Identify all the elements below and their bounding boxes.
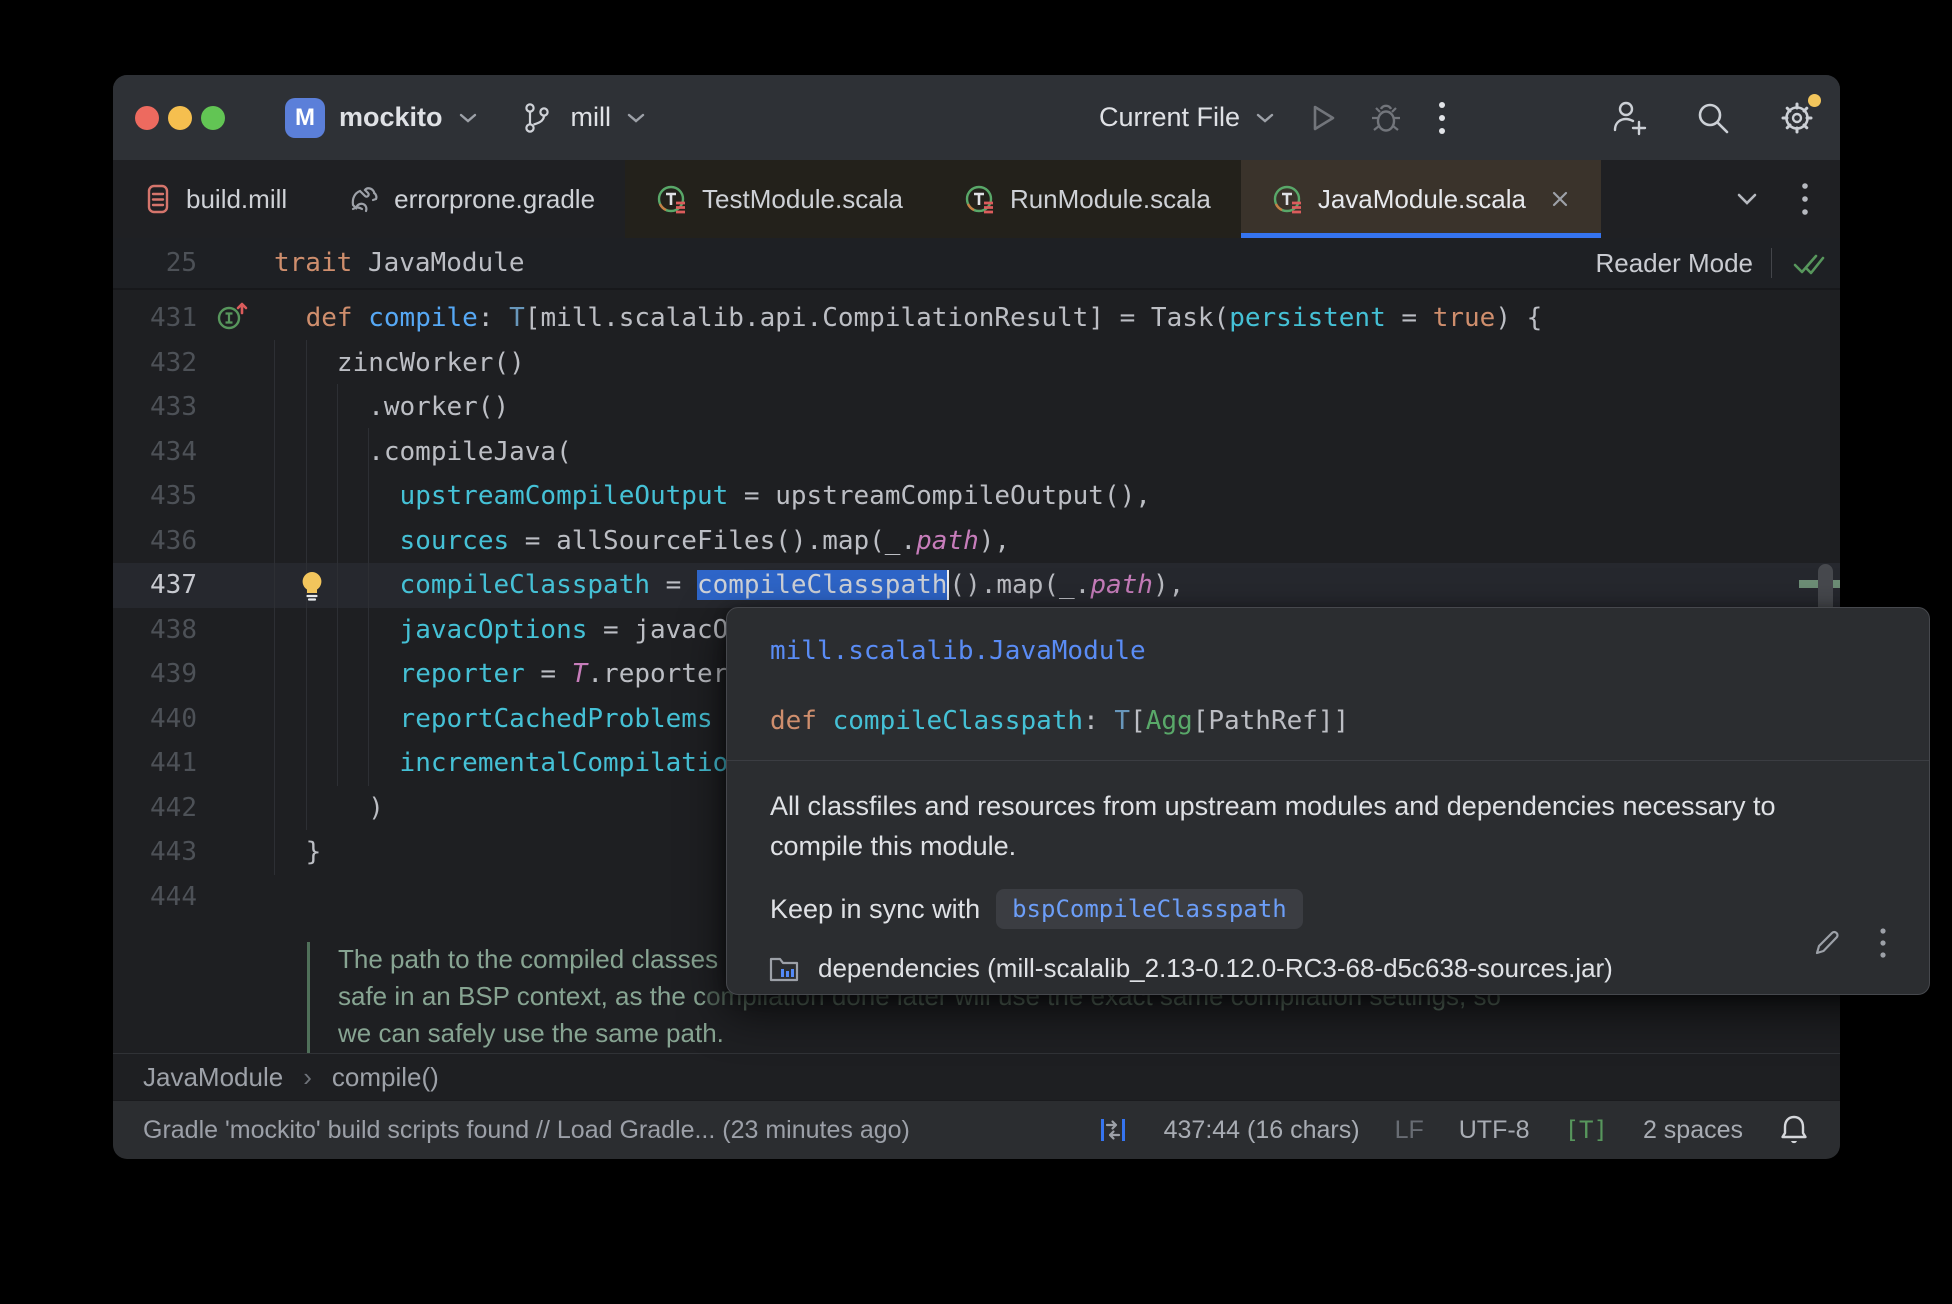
breadcrumb-item-member[interactable]: compile() — [332, 1062, 439, 1093]
tab-label: errorprone.gradle — [394, 183, 596, 214]
line-number: 434 — [150, 436, 197, 467]
tab-build-mill[interactable]: build.mill — [113, 160, 317, 238]
zoom-window-button[interactable] — [201, 105, 225, 130]
code-line[interactable]: compileClasspath = compileClasspath().ma… — [243, 563, 1840, 608]
line-number: 436 — [150, 525, 197, 556]
scala-trait-icon — [965, 185, 993, 214]
scala-trait-icon — [657, 185, 686, 214]
project-selector[interactable]: mockito — [339, 102, 443, 133]
code-line[interactable]: .compileJava( — [243, 430, 1840, 475]
doc-comment-line: we can safely use the same path. — [338, 1018, 724, 1048]
sticky-line-code: trait JavaModule — [274, 248, 525, 278]
status-message[interactable]: Gradle 'mockito' build scripts found // … — [143, 1101, 910, 1159]
code-with-me-button[interactable] — [1609, 98, 1649, 138]
sticky-header-line[interactable]: 25 trait JavaModule Reader Mode — [113, 238, 1840, 288]
doc-description-line1: All classfiles and resources from upstre… — [770, 791, 1776, 821]
branch-selector[interactable]: mill — [571, 102, 612, 133]
tab-runmodule-scala[interactable]: RunModule.scala — [932, 160, 1241, 238]
doc-source-jar-label[interactable]: dependencies (mill-scalalib_2.13-0.12.0-… — [818, 953, 1613, 984]
close-window-button[interactable] — [135, 105, 159, 130]
minimize-window-button[interactable] — [168, 105, 192, 130]
tab-testmodule-scala[interactable]: TestModule.scala — [625, 160, 933, 238]
project-icon: M — [285, 97, 325, 138]
notifications-bell-icon[interactable] — [1778, 1112, 1810, 1148]
doc-comment-line: The path to the compiled classes — [338, 944, 719, 974]
caret-position[interactable]: 437:44 (16 chars) — [1164, 1116, 1360, 1145]
code-line[interactable]: upstreamCompileOutput = upstreamCompileO… — [243, 474, 1840, 519]
tab-errorprone-gradle[interactable]: errorprone.gradle — [317, 160, 625, 238]
line-separator-widget[interactable]: LF — [1395, 1116, 1424, 1145]
more-actions-kebab-icon[interactable] — [1436, 98, 1448, 138]
chevron-down-icon[interactable] — [1254, 111, 1276, 125]
chevron-down-icon[interactable] — [457, 111, 479, 125]
tab-label: TestModule.scala — [702, 183, 903, 214]
doc-qualified-name-link[interactable]: mill.scalalib.JavaModule — [770, 636, 1146, 666]
indent-widget[interactable]: 2 spaces — [1643, 1116, 1743, 1145]
divider — [1771, 248, 1772, 278]
doc-divider — [727, 760, 1929, 761]
doc-keep-sync-chip-link[interactable]: bspCompileClasspath — [996, 889, 1303, 929]
debug-button[interactable] — [1368, 99, 1404, 137]
doc-signature: def compileClasspath: T[Agg[PathRef]] — [770, 706, 1350, 736]
gradle-file-icon — [351, 187, 378, 213]
intention-bulb-icon[interactable] — [297, 570, 327, 602]
scala-trait-icon — [1273, 185, 1301, 214]
breadcrumb: JavaModule › compile() — [113, 1053, 1840, 1100]
column-selection-icon[interactable] — [1097, 1113, 1129, 1147]
line-number: 441 — [150, 748, 197, 778]
settings-notification-dot — [1808, 93, 1821, 107]
line-number: 444 — [150, 881, 197, 912]
code-line[interactable]: sources = allSourceFiles().map(_.path), — [243, 519, 1840, 564]
encoding-widget[interactable]: UTF-8 — [1459, 1116, 1530, 1145]
powersave-badge[interactable]: [T] — [1565, 1116, 1608, 1144]
line-number: 435 — [150, 481, 197, 511]
library-folder-icon — [769, 957, 799, 982]
line-number: 443 — [150, 837, 197, 867]
doc-comment-bar — [307, 942, 310, 1053]
status-bar: Gradle 'mockito' build scripts found // … — [113, 1100, 1840, 1159]
doc-description-line2: compile this module. — [770, 831, 1017, 861]
run-configuration-selector[interactable]: Current File — [1099, 102, 1240, 133]
git-branch-icon — [524, 102, 549, 133]
breadcrumb-separator: › — [303, 1061, 312, 1092]
close-tab-icon[interactable] — [1549, 188, 1571, 210]
title-bar: M mockito mill Current File — [113, 75, 1840, 160]
override-gutter-icon[interactable] — [216, 300, 250, 334]
code-line[interactable]: zincWorker() — [243, 341, 1840, 386]
settings-gear-button[interactable] — [1777, 93, 1821, 138]
line-number: 431 — [150, 303, 197, 333]
tab-label: build.mill — [186, 183, 288, 214]
code-line[interactable]: def compile: T[mill.scalalib.api.Compila… — [243, 296, 1840, 341]
doc-keep-sync-label: Keep in sync with — [770, 893, 981, 924]
sticky-line-number: 25 — [165, 248, 197, 278]
line-number: 433 — [150, 392, 197, 422]
tab-label: JavaModule.scala — [1317, 183, 1526, 214]
chevron-down-icon[interactable] — [625, 111, 647, 125]
edit-pencil-icon[interactable] — [1811, 927, 1843, 959]
line-number: 438 — [150, 614, 197, 645]
editor-tab-strip: build.mill errorprone.gradle TestModule.… — [113, 160, 1840, 238]
doc-options-kebab-icon[interactable] — [1879, 926, 1887, 960]
line-number: 432 — [150, 347, 197, 378]
line-number: 437 — [150, 570, 197, 600]
breadcrumb-item-class[interactable]: JavaModule — [143, 1062, 283, 1093]
reader-mode-label[interactable]: Reader Mode — [1595, 248, 1753, 279]
inspections-ok-checkmark-icon[interactable] — [1790, 248, 1826, 278]
line-number: 442 — [150, 792, 197, 823]
tab-options-kebab-icon[interactable] — [1800, 180, 1810, 218]
line-number: 439 — [150, 659, 197, 689]
documentation-popup: mill.scalalib.JavaModule def compileClas… — [726, 607, 1930, 995]
run-button[interactable] — [1306, 100, 1340, 136]
line-number: 440 — [150, 703, 197, 734]
search-everywhere-button[interactable] — [1693, 98, 1733, 138]
window-controls — [135, 75, 225, 160]
tab-label: RunModule.scala — [1009, 183, 1211, 214]
tab-javamodule-scala[interactable]: JavaModule.scala — [1240, 160, 1601, 238]
mill-file-icon — [147, 184, 169, 214]
code-line[interactable]: .worker() — [243, 385, 1840, 430]
hidden-tabs-chevron-icon[interactable] — [1734, 191, 1760, 207]
ide-window: M mockito mill Current File build.mill e… — [113, 75, 1930, 1159]
